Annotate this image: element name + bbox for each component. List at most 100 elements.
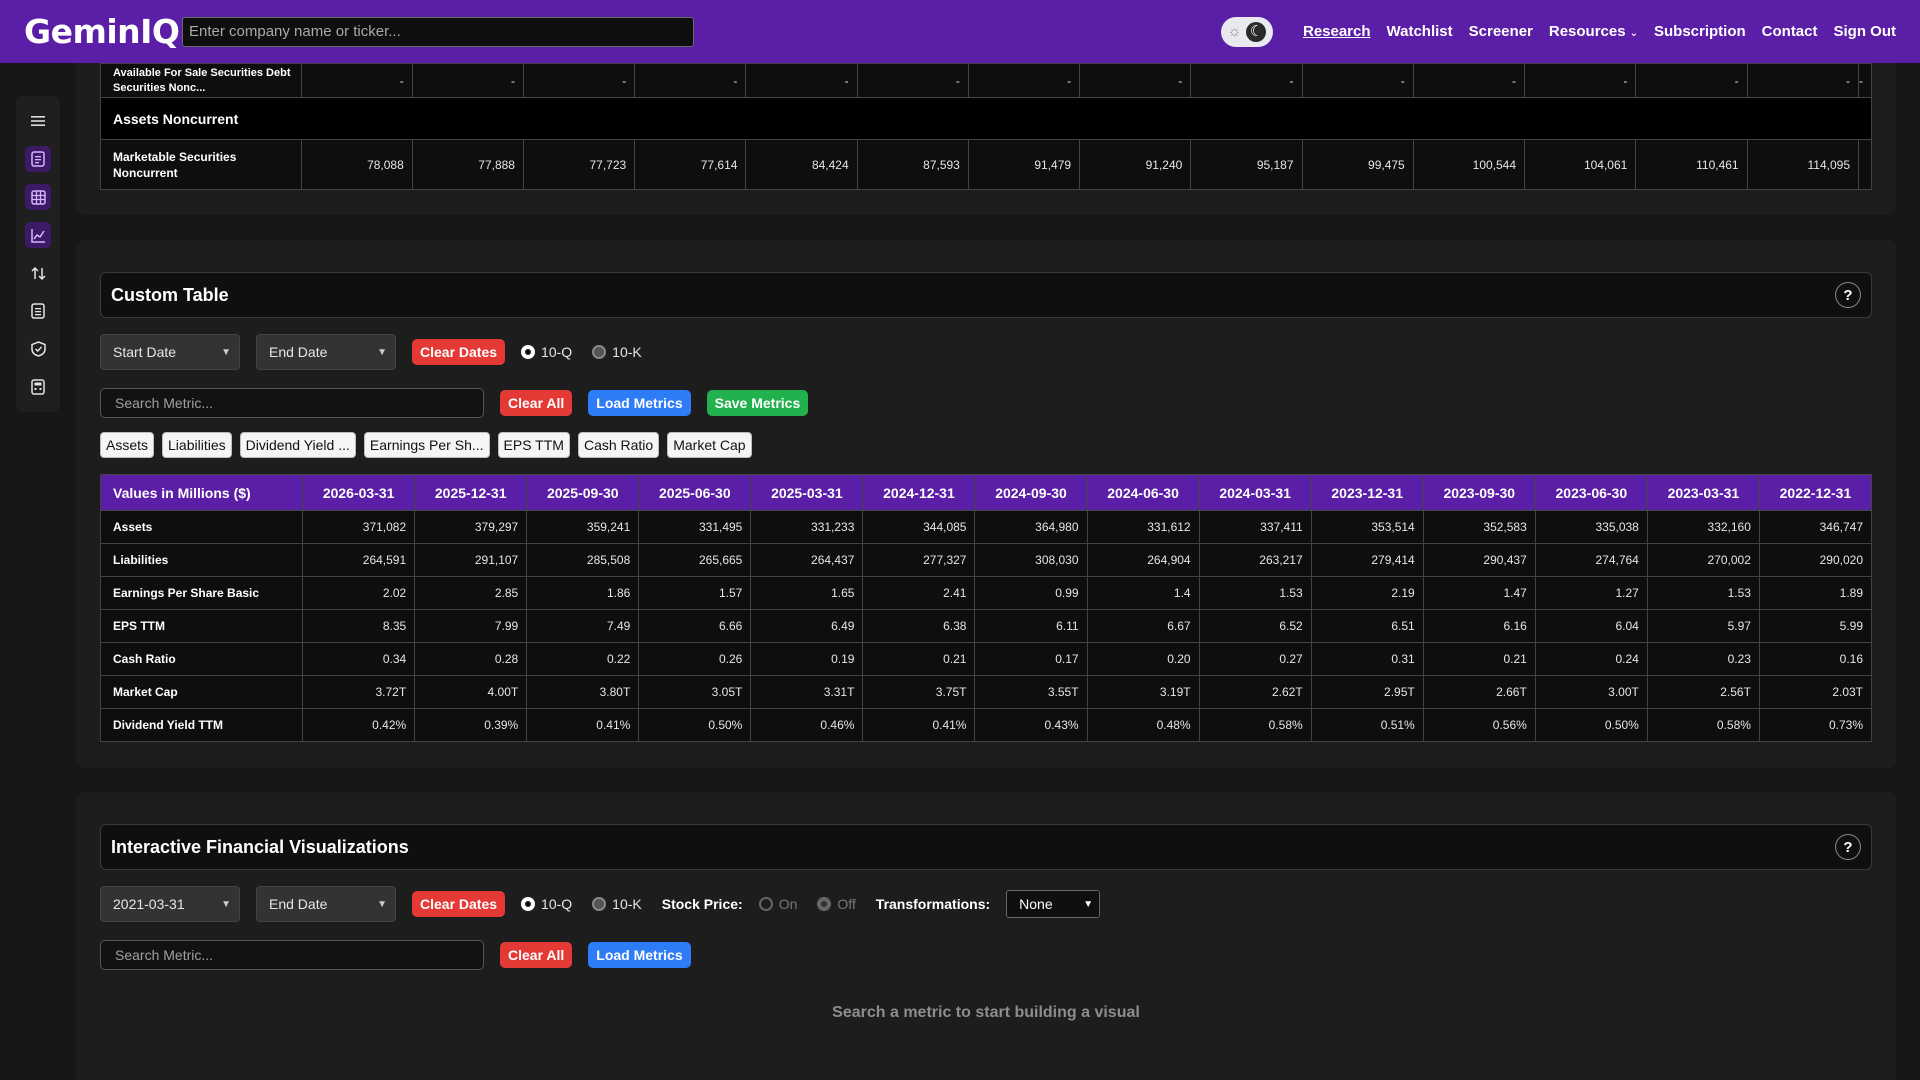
cell: 331,233 (750, 510, 864, 544)
nav-link-screener[interactable]: Screener (1469, 23, 1533, 40)
calculator-icon[interactable] (25, 374, 51, 400)
nav-link-subscription[interactable]: Subscription (1654, 23, 1746, 40)
chip-cash-ratio[interactable]: Cash Ratio (577, 432, 660, 458)
radio-circle (521, 345, 536, 359)
cell: 0.27 (1198, 642, 1312, 676)
nav-link-research[interactable]: Research (1303, 23, 1371, 40)
nav-link-resources-label: Resources (1548, 23, 1626, 40)
chip-liabilities[interactable]: Liabilities (162, 432, 232, 458)
chip-eps-ttm[interactable]: EPS TTM (497, 432, 570, 458)
cell: 3.72T (302, 675, 416, 709)
end-date-select[interactable]: End Date ▼ (256, 334, 396, 370)
chip-market-cap[interactable]: Market Cap (667, 432, 752, 458)
radio-label: Off (837, 896, 856, 912)
help-icon[interactable]: ? (1835, 282, 1861, 308)
metric-search-input[interactable] (100, 388, 484, 418)
column-header[interactable]: 2025-09-30 (526, 474, 640, 511)
date-controls: Start Date ▼ End Date ▼ Clear Dates 10-Q 1… (100, 334, 662, 370)
cell: 346,747 (1758, 510, 1873, 544)
sort-icon[interactable] (25, 260, 51, 286)
column-header[interactable]: 2024-03-31 (1198, 474, 1312, 511)
cell: 110,461 (1635, 139, 1748, 190)
chip-earnings-per-share[interactable]: Earnings Per Sh... (363, 432, 490, 458)
column-header[interactable]: 2023-03-31 (1646, 474, 1760, 511)
menu-icon[interactable] (25, 108, 51, 134)
load-metrics-button[interactable]: Load Metrics (588, 942, 691, 968)
column-header[interactable]: 2023-06-30 (1534, 474, 1648, 511)
cell: 1.86 (526, 576, 640, 610)
row-label: Market Cap (99, 675, 304, 709)
column-header[interactable]: 2023-09-30 (1422, 474, 1536, 511)
table-icon[interactable] (25, 184, 51, 210)
logo[interactable]: GeminIQ (24, 12, 180, 51)
row-label: Liabilities (99, 543, 304, 577)
theme-toggle[interactable]: ☼ ☾ (1220, 16, 1273, 47)
cell: 0.24 (1534, 642, 1648, 676)
help-icon[interactable]: ? (1835, 834, 1861, 860)
column-header[interactable]: 2026-03-31 (302, 474, 416, 511)
column-header[interactable]: 2024-09-30 (974, 474, 1088, 511)
cell: 277,327 (862, 543, 976, 577)
transformations-label: Transformations: (875, 896, 991, 912)
cell: 371,082 (302, 510, 416, 544)
clear-dates-button[interactable]: Clear Dates (412, 891, 506, 917)
column-header[interactable]: 2025-06-30 (638, 474, 752, 511)
start-date-select[interactable]: 2021-03-31 ▼ (100, 886, 240, 922)
nav-link-resources[interactable]: Resources ⌄ (1549, 23, 1638, 40)
cell: 7.99 (414, 609, 528, 643)
cell: 291,107 (414, 543, 528, 577)
column-header[interactable]: 2022-12-31 (1758, 474, 1873, 511)
visualizations-header: Interactive Financial Visualizations ? (100, 824, 1872, 870)
nav-link-contact[interactable]: Contact (1762, 23, 1818, 40)
radio-10k[interactable]: 10-K (592, 896, 642, 912)
nav-link-watchlist[interactable]: Watchlist (1387, 23, 1453, 40)
document-icon[interactable] (25, 146, 51, 172)
chip-assets[interactable]: Assets (100, 432, 155, 458)
column-header[interactable]: 2025-03-31 (750, 474, 864, 511)
chip-dividend-yield[interactable]: Dividend Yield ... (239, 432, 356, 458)
load-metrics-button[interactable]: Load Metrics (588, 390, 691, 416)
transformations-select[interactable]: None ▼ (1006, 890, 1101, 918)
cell: 308,030 (974, 543, 1088, 577)
save-metrics-button[interactable]: Save Metrics (706, 390, 809, 416)
cell: - (1858, 63, 1872, 98)
table-row: Cash Ratio 0.34 0.28 0.22 0.26 0.19 0.21 0.17 0.… (99, 642, 1873, 676)
row-label: Available For Sale Securities Debt Secur… (100, 63, 302, 98)
company-search-input[interactable] (182, 16, 694, 47)
table-row: Market Cap 3.72T 4.00T 3.80T 3.05T 3.31T 3.75T… (99, 675, 1873, 709)
clear-all-button[interactable]: Clear All (500, 942, 573, 968)
cell: 0.42% (302, 708, 416, 742)
clear-dates-button[interactable]: Clear Dates (412, 339, 506, 365)
radio-10q[interactable]: 10-Q (521, 896, 572, 912)
radio-10k[interactable]: 10-K (592, 344, 642, 360)
cell: 2.62T (1198, 675, 1312, 709)
table-header-row: Values in Millions ($) 2026-03-31 2025-12… (99, 474, 1873, 511)
column-header[interactable]: 2024-12-31 (862, 474, 976, 511)
end-date-select[interactable]: End Date ▼ (256, 886, 396, 922)
cell: 332,160 (1646, 510, 1760, 544)
radio-stock-on[interactable]: On (758, 896, 797, 912)
radio-10q[interactable]: 10-Q (521, 344, 572, 360)
start-date-select[interactable]: Start Date ▼ (100, 334, 240, 370)
shield-icon[interactable] (25, 336, 51, 362)
metric-search-input[interactable] (100, 940, 484, 970)
column-header[interactable]: 2024-06-30 (1086, 474, 1200, 511)
clear-all-button[interactable]: Clear All (500, 390, 573, 416)
cell: 335,038 (1534, 510, 1648, 544)
table-row: Marketable Securities Noncurrent 78,088 … (100, 139, 1872, 190)
row-label: EPS TTM (99, 609, 304, 643)
column-header[interactable]: 2023-12-31 (1310, 474, 1424, 511)
cell: 5.99 (1758, 609, 1873, 643)
custom-data-table: Values in Millions ($) 2026-03-31 2025-12… (99, 474, 1873, 742)
cell: - (1301, 63, 1414, 98)
report-icon[interactable] (25, 298, 51, 324)
radio-stock-off[interactable]: Off (817, 896, 856, 912)
cell: 1.53 (1646, 576, 1760, 610)
cell: 274,764 (1534, 543, 1648, 577)
cell: 2.03T (1758, 675, 1873, 709)
row-label: Cash Ratio (99, 642, 304, 676)
nav-right: ☼ ☾ Research Watchlist Screener Resource… (1220, 16, 1897, 47)
chart-icon[interactable] (25, 222, 51, 248)
column-header[interactable]: 2025-12-31 (414, 474, 528, 511)
nav-link-sign-out[interactable]: Sign Out (1834, 23, 1897, 40)
